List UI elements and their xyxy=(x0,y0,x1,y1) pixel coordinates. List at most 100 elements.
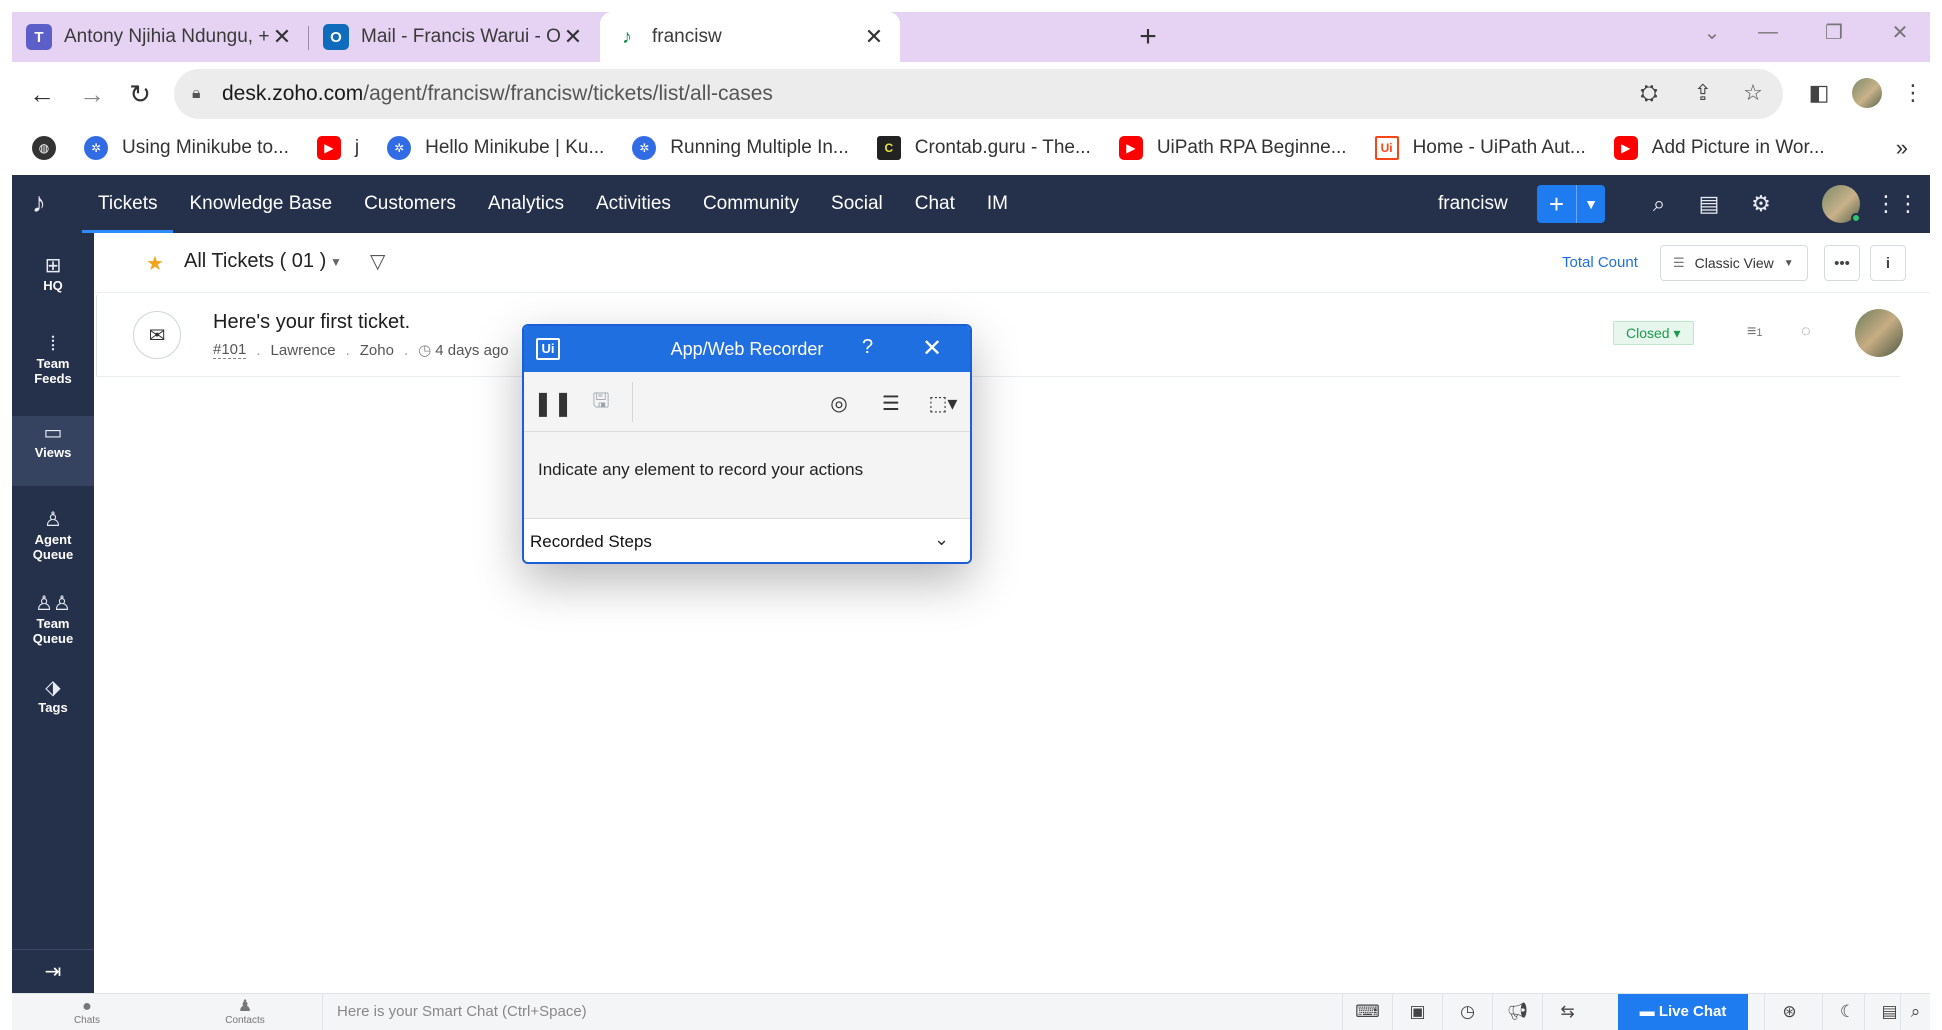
close-icon[interactable]: ✕ xyxy=(561,24,585,50)
bookmark-item[interactable]: ▶ Add Picture in Wor... xyxy=(1613,136,1825,160)
table-row[interactable]: ✉ Here's your first ticket. #101 . Lawre… xyxy=(96,295,1903,377)
contacts-button[interactable]: ♟ Contacts xyxy=(210,998,280,1026)
nav-chat[interactable]: Chat xyxy=(899,175,971,233)
sidebar-item-views[interactable]: ▭ Views xyxy=(12,416,94,486)
window-close-icon[interactable]: ✕ xyxy=(1872,12,1928,52)
bookmark-item[interactable]: C Crontab.guru - The... xyxy=(876,136,1091,160)
recorded-steps-label: Recorded Steps xyxy=(530,532,652,551)
status-badge[interactable]: Closed ▾ xyxy=(1613,321,1694,345)
close-icon[interactable]: ✕ xyxy=(922,334,942,363)
chats-button[interactable]: ● Chats xyxy=(52,998,122,1026)
recorder-title-bar[interactable]: Ui App/Web Recorder ? ✕ xyxy=(524,326,970,372)
sidebar-item-hq[interactable]: ⊞ HQ xyxy=(12,256,94,293)
gear-icon[interactable]: ⚙ xyxy=(1746,189,1776,219)
nav-tickets[interactable]: Tickets xyxy=(82,175,174,233)
chevron-down-icon[interactable]: ▼ xyxy=(330,255,342,269)
browser-menu-icon[interactable]: ⋮ xyxy=(1894,74,1932,112)
recorded-steps-header[interactable]: Recorded Steps ⌄ xyxy=(524,518,970,562)
browser-tab-teams[interactable]: T Antony Njihia Ndungu, +4 | Micro ✕ xyxy=(12,12,308,62)
zoho-desk-logo-icon[interactable]: ♪ xyxy=(32,187,66,221)
browser-tab-francisw[interactable]: ♪ francisw ✕ xyxy=(600,12,900,62)
bookmark-item[interactable]: ✲ Hello Minikube | Ku... xyxy=(387,136,604,160)
search-icon[interactable]: ⌕ xyxy=(1900,994,1930,1030)
more-options-button[interactable]: ••• xyxy=(1824,245,1860,281)
bookmark-item[interactable]: ✲ Using Minikube to... xyxy=(84,136,289,160)
add-new-button[interactable]: + ▼ xyxy=(1537,185,1605,223)
sidebar-item-agent-queue[interactable]: ♙ Agent Queue xyxy=(12,510,94,562)
total-count-link[interactable]: Total Count xyxy=(1562,254,1638,271)
restore-icon[interactable]: ❐ xyxy=(1806,12,1862,52)
switch-icon[interactable]: ⇆ xyxy=(1542,994,1592,1030)
back-icon[interactable]: ← xyxy=(24,76,60,112)
bookmark-item[interactable]: ▶ UiPath RPA Beginne... xyxy=(1118,136,1347,160)
side-panel-icon[interactable]: ◧ xyxy=(1800,74,1838,112)
ticket-id[interactable]: #101 xyxy=(213,341,247,359)
translate-icon[interactable]: ⛭ xyxy=(1630,74,1668,112)
info-button[interactable]: i xyxy=(1870,245,1906,281)
minimize-icon[interactable]: — xyxy=(1740,12,1796,52)
thread-count-icon[interactable]: ≡1 xyxy=(1747,323,1762,341)
bookmarks-overflow-icon[interactable]: » xyxy=(1896,135,1908,161)
plus-icon[interactable]: + xyxy=(1537,185,1577,223)
pause-icon[interactable]: ❚❚ xyxy=(533,386,573,420)
smart-chat-input[interactable]: Here is your Smart Chat (Ctrl+Space) xyxy=(322,994,1342,1030)
chevron-down-icon[interactable]: ▼ xyxy=(1577,185,1605,223)
forward-icon[interactable]: → xyxy=(74,76,110,112)
bookmark-item[interactable]: Ui Home - UiPath Aut... xyxy=(1374,136,1586,160)
notifications-icon[interactable]: ▤ xyxy=(1694,189,1724,219)
nav-activities[interactable]: Activities xyxy=(580,175,687,233)
nav-social[interactable]: Social xyxy=(815,175,899,233)
ticket-subject[interactable]: Here's your first ticket. xyxy=(213,311,410,334)
live-chat-button[interactable]: ▬ Live Chat xyxy=(1618,994,1748,1030)
profile-avatar[interactable] xyxy=(1848,74,1886,112)
clock-icon[interactable]: ◷ xyxy=(1442,994,1492,1030)
help-icon[interactable]: ? xyxy=(862,336,873,359)
search-icon[interactable]: ⌕ xyxy=(1644,189,1674,219)
bookmark-item[interactable]: ▶ j xyxy=(316,136,359,160)
ticket-account[interactable]: Zoho xyxy=(360,342,394,359)
sidebar-item-team-queue[interactable]: ♙♙ Team Queue xyxy=(12,594,94,646)
bookmark-item[interactable]: ✲ Running Multiple In... xyxy=(632,136,849,160)
filter-icon[interactable]: ▽ xyxy=(370,249,385,274)
tag-icon: ⬗ xyxy=(45,677,61,699)
comment-icon[interactable]: ◌ xyxy=(1801,323,1811,341)
portal-name[interactable]: francisw xyxy=(1438,175,1508,233)
target-icon[interactable]: ◎ xyxy=(822,386,856,420)
apps-grid-icon[interactable]: ⋮⋮ xyxy=(1875,189,1919,219)
view-title[interactable]: All Tickets ( 01 ) xyxy=(184,250,326,273)
contacts-icon: ♟ xyxy=(237,998,253,1015)
save-icon[interactable]: 🖫︎ xyxy=(584,386,618,420)
globe-icon[interactable]: ◍ xyxy=(32,136,56,160)
view-mode-dropdown[interactable]: ☰ Classic View ▼ xyxy=(1660,245,1808,281)
bookmark-star-icon[interactable]: ☆ xyxy=(1734,74,1772,112)
nav-community[interactable]: Community xyxy=(687,175,815,233)
accessibility-icon[interactable]: ⊛ xyxy=(1764,994,1814,1030)
address-bar[interactable]: 🔒︎ desk.zoho.com/agent/francisw/francisw… xyxy=(174,69,1783,119)
share-icon[interactable]: ⇪ xyxy=(1684,74,1722,112)
assignee-avatar[interactable] xyxy=(1855,309,1903,357)
nav-knowledge-base[interactable]: Knowledge Base xyxy=(173,175,348,233)
chevron-down-icon: ▼ xyxy=(1783,257,1794,269)
user-avatar[interactable] xyxy=(1822,185,1861,223)
collapse-sidebar-icon[interactable]: ⇥ xyxy=(12,949,94,993)
nav-im[interactable]: IM xyxy=(971,175,1024,233)
chevron-down-icon[interactable]: ⌄ xyxy=(934,529,949,550)
browser-tab-outlook[interactable]: O Mail - Francis Warui - Outlook ✕ xyxy=(309,12,599,62)
ticket-contact[interactable]: Lawrence xyxy=(271,342,336,359)
sidebar-item-tags[interactable]: ⬗ Tags xyxy=(12,677,94,715)
new-tab-button[interactable]: + xyxy=(1128,12,1168,62)
favorite-star-icon[interactable]: ★ xyxy=(146,251,164,276)
selection-options-icon[interactable]: ⬚▾ xyxy=(918,386,968,420)
close-icon[interactable]: ✕ xyxy=(270,24,294,50)
url-text: desk.zoho.com/agent/francisw/francisw/ti… xyxy=(222,82,773,105)
nav-customers[interactable]: Customers xyxy=(348,175,472,233)
sidebar-item-team-feeds[interactable]: ⦙ Team Feeds xyxy=(12,334,94,386)
tab-search-icon[interactable]: ⌄ xyxy=(1684,12,1740,52)
checklist-icon[interactable]: ☰ xyxy=(874,386,908,420)
announcement-icon[interactable]: 📢︎ xyxy=(1492,994,1542,1030)
tasks-icon[interactable]: ▣ xyxy=(1392,994,1442,1030)
close-icon[interactable]: ✕ xyxy=(862,24,886,50)
reload-icon[interactable]: ↻ xyxy=(122,76,158,112)
keyboard-icon[interactable]: ⌨ xyxy=(1342,994,1392,1030)
nav-analytics[interactable]: Analytics xyxy=(472,175,580,233)
